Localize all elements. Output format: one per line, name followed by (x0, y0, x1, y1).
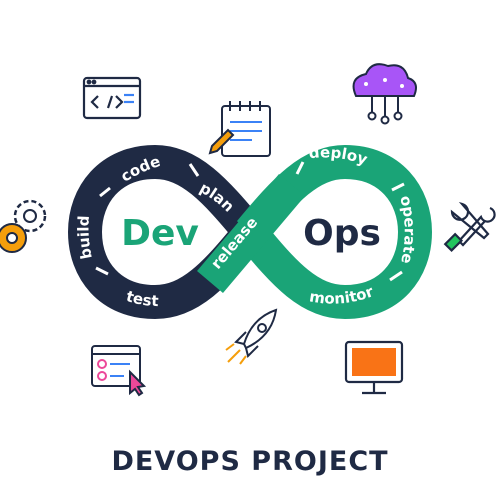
monitor-icon (344, 340, 404, 395)
project-title: DEVOPS PROJECT (111, 446, 389, 477)
gears-icon (0, 199, 47, 253)
devops-infinity-diagram: code plan build test release deploy oper… (0, 63, 496, 397)
checklist-icon (91, 345, 147, 397)
code-window-icon (82, 76, 142, 120)
tools-icon (443, 202, 496, 253)
notepad-icon (208, 101, 271, 157)
ops-word: Ops (303, 213, 381, 254)
cloud-network-icon (352, 63, 417, 125)
rocket-icon (225, 308, 278, 365)
dev-word: Dev (121, 213, 199, 254)
